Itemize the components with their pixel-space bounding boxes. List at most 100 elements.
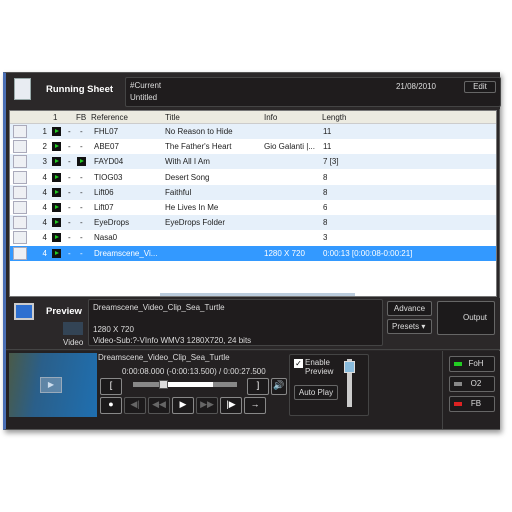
page-title: Running Sheet: [46, 84, 114, 95]
document-icon: [13, 125, 27, 138]
video-thumbnail[interactable]: ▶: [9, 353, 97, 417]
row-reference: Lift06: [94, 187, 114, 197]
row-reference: Dreamscene_Vi...: [94, 248, 158, 258]
output-button[interactable]: Output: [437, 301, 495, 335]
row-fb: -: [80, 187, 83, 197]
row-number: 1: [42, 127, 47, 136]
play-icon[interactable]: [52, 187, 61, 197]
seek-slider[interactable]: [133, 380, 237, 389]
play-icon[interactable]: [52, 218, 61, 228]
row-length: 0:00:13 [0:00:08-0:00:21]: [323, 248, 413, 258]
rewind-button[interactable]: ◀◀: [148, 397, 170, 414]
document-icon: [13, 170, 27, 184]
table-row[interactable]: 4 - - Dreamscene_Vi... 1280 X 720 0:00:1…: [10, 245, 496, 261]
play-icon[interactable]: [52, 203, 61, 212]
volume-thumb[interactable]: [344, 361, 355, 373]
row-length: 3: [323, 233, 328, 243]
row-col3: -: [68, 203, 71, 212]
running-sheet-window: Running Sheet #Current Untitled 21/08/20…: [3, 72, 501, 430]
volume-slider[interactable]: [344, 359, 355, 407]
fast-forward-button[interactable]: ▶▶: [196, 397, 218, 414]
row-title: Desert Song: [165, 172, 210, 182]
row-title: The Father's Heart: [165, 142, 232, 152]
table-row[interactable]: 2 - - ABE07 The Father's Heart Gio Galan…: [10, 139, 496, 154]
output-fb-button[interactable]: FB: [449, 396, 495, 412]
row-length: 6: [323, 203, 328, 212]
play-icon[interactable]: [52, 142, 61, 152]
fb-play-icon[interactable]: [77, 157, 86, 167]
auto-play-button[interactable]: Auto Play: [294, 385, 338, 400]
row-number: 4: [42, 218, 47, 228]
row-col3: -: [68, 187, 71, 197]
table-row[interactable]: 1 - - FHL07 No Reason to Hide 11: [10, 124, 496, 139]
column-title[interactable]: Title: [165, 113, 180, 122]
preview-info: Dreamscene_Video_Clip_Sea_Turtle 1280 X …: [88, 299, 383, 346]
play-icon[interactable]: [52, 157, 61, 167]
status-indicator-icon: [454, 402, 462, 406]
table-row[interactable]: 4 - - Lift06 Faithful 8: [10, 184, 496, 200]
column-length[interactable]: Length: [322, 113, 346, 122]
row-reference: Lift07: [94, 203, 114, 212]
player-file: Dreamscene_Video_Clip_Sea_Turtle: [98, 353, 230, 362]
column-reference[interactable]: Reference: [91, 113, 128, 122]
row-reference: FHL07: [94, 127, 119, 136]
presets-label: Presets: [392, 322, 420, 331]
row-fb: -: [80, 172, 83, 182]
mark-out-button[interactable]: ]: [247, 378, 269, 395]
row-reference: Nasa0: [94, 233, 118, 243]
seek-thumb[interactable]: [159, 380, 169, 389]
column-fb[interactable]: FB: [76, 113, 86, 122]
row-number: 4: [42, 187, 47, 197]
edit-button[interactable]: Edit: [464, 81, 496, 93]
output-o2-button[interactable]: O2: [449, 376, 495, 392]
table-row[interactable]: 3 - FAYD04 With All I Am 7 [3]: [10, 154, 496, 170]
play-button[interactable]: ▶: [172, 397, 194, 414]
row-col3: -: [68, 157, 71, 167]
stop-button[interactable]: ●: [100, 397, 122, 414]
presets-button[interactable]: Presets ▾: [387, 319, 432, 334]
column-info[interactable]: Info: [264, 113, 277, 122]
advance-button[interactable]: Advance: [387, 301, 432, 316]
play-icon[interactable]: [52, 233, 61, 243]
play-overlay-icon[interactable]: ▶: [40, 377, 62, 393]
row-title: No Reason to Hide: [165, 127, 233, 136]
table-row[interactable]: 4 - - Lift07 He Lives In Me 6: [10, 200, 496, 215]
date: 21/08/2010: [395, 82, 436, 91]
enable-preview-checkbox[interactable]: ✓: [294, 359, 303, 368]
row-fb: -: [80, 248, 83, 258]
output-label: Output: [462, 313, 487, 322]
mark-in-button[interactable]: [: [100, 378, 122, 395]
document-icon: [14, 78, 31, 100]
table-row[interactable]: 4 - - Nasa0 3: [10, 230, 496, 245]
document-icon: [13, 155, 27, 169]
output-foh-button[interactable]: FoH: [449, 356, 495, 372]
row-fb: -: [80, 218, 83, 228]
player-time: 0:00:08.000 (-0:00:13.500) / 0:00:27.500: [122, 367, 266, 376]
previous-frame-button[interactable]: ◀|: [124, 397, 146, 414]
splitter-handle[interactable]: [160, 293, 355, 296]
table-row[interactable]: 4 - - EyeDrops EyeDrops Folder 8: [10, 215, 496, 231]
table-header: 1 FB Reference Title Info Length: [10, 111, 496, 124]
playlist-info: #Current Untitled 21/08/2010 Edit: [125, 77, 501, 107]
play-icon[interactable]: [52, 248, 61, 258]
column-1[interactable]: 1: [53, 113, 57, 122]
row-title: EyeDrops Folder: [165, 218, 226, 228]
monitor-icon: [14, 303, 34, 320]
row-title: He Lives In Me: [165, 203, 219, 212]
document-icon: [13, 140, 27, 154]
presentation-icon: [13, 231, 27, 245]
table-row[interactable]: 4 - - TIOG03 Desert Song 8: [10, 170, 496, 185]
play-icon[interactable]: [52, 172, 61, 182]
row-fb: -: [80, 127, 83, 136]
document-icon: [13, 201, 27, 214]
running-sheet-table: 1 FB Reference Title Info Length 1 - - F…: [9, 110, 497, 297]
divider: [442, 351, 443, 429]
next-item-button[interactable]: →: [244, 397, 266, 414]
row-number: 3: [42, 157, 47, 167]
next-frame-button[interactable]: |▶: [220, 397, 242, 414]
volume-icon[interactable]: 🔊: [271, 378, 287, 395]
video-icon: [13, 246, 27, 260]
row-title: With All I Am: [165, 157, 210, 167]
row-length: 8: [323, 187, 328, 197]
play-icon[interactable]: [52, 127, 61, 136]
